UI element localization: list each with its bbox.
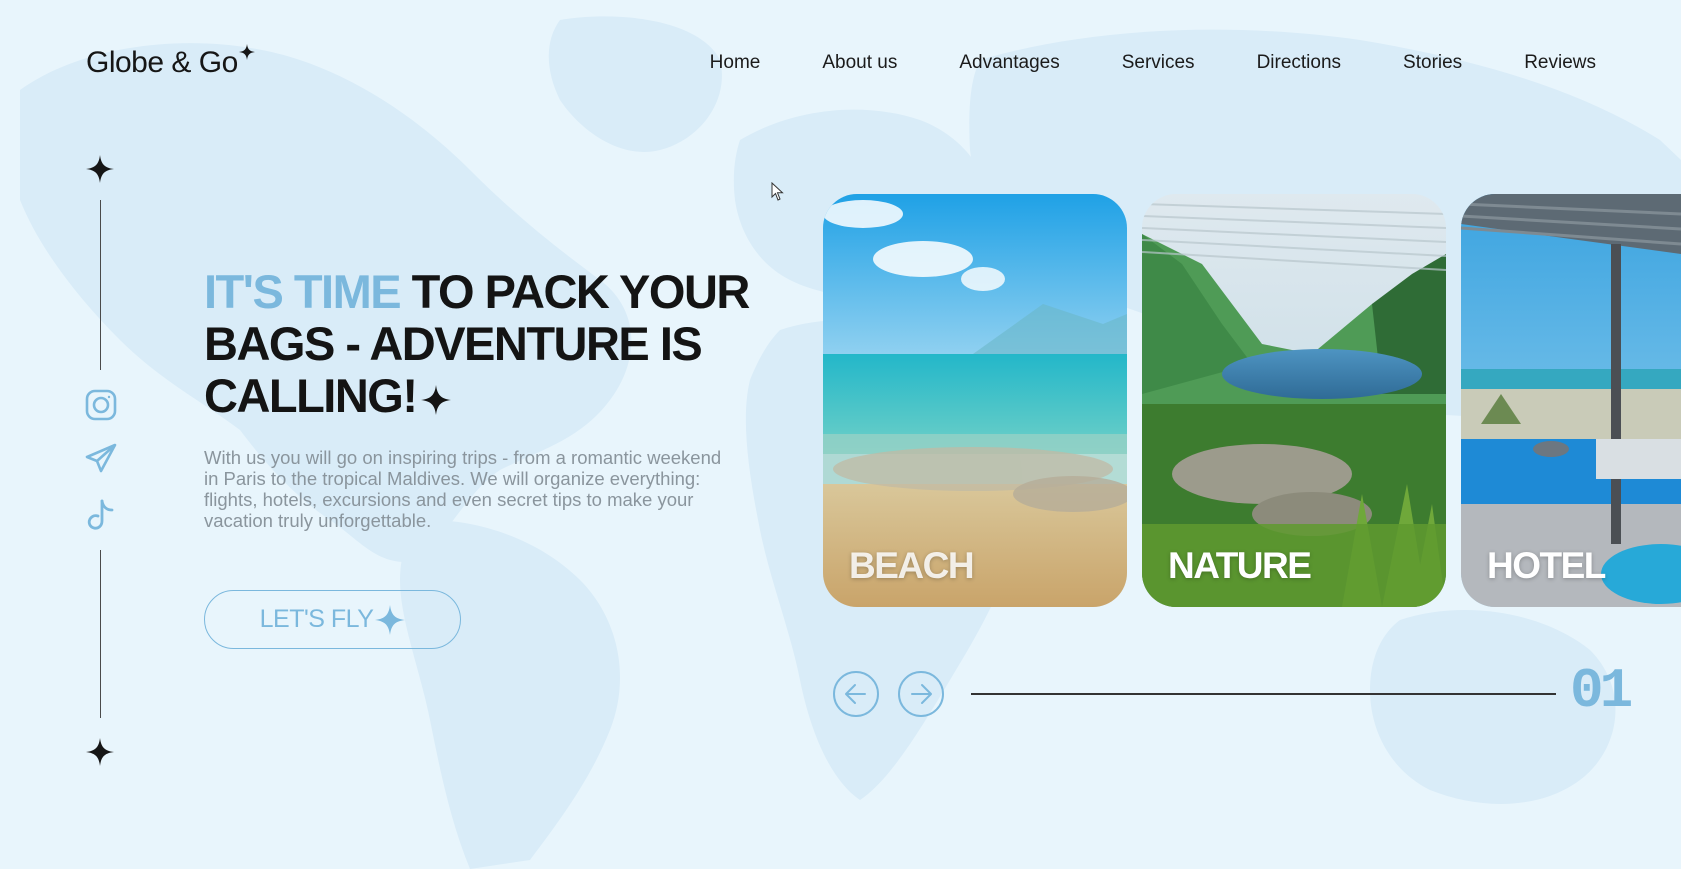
rail-divider	[100, 200, 101, 370]
nav-reviews[interactable]: Reviews	[1524, 52, 1596, 74]
nav-about-us[interactable]: About us	[822, 52, 897, 74]
nav-stories[interactable]: Stories	[1403, 52, 1462, 74]
brand-logo[interactable]: Globe & Go	[86, 44, 255, 80]
cta-label: LET'S FLY	[259, 605, 374, 633]
sparkle-icon	[375, 604, 406, 635]
sparkle-icon	[86, 738, 114, 766]
destination-card-nature[interactable]: NATURE	[1142, 194, 1446, 607]
card-label-hotel: HOTEL	[1487, 545, 1606, 586]
sparkle-icon	[86, 155, 114, 183]
main-nav: Home About us Advantages Services Direct…	[710, 52, 1596, 74]
nav-home[interactable]: Home	[710, 52, 761, 74]
nav-advantages[interactable]: Advantages	[959, 52, 1059, 74]
sparkle-icon	[238, 44, 255, 60]
destination-card-beach[interactable]: BEACH	[823, 194, 1127, 607]
slider-progress-line	[971, 693, 1556, 695]
brand-name: Globe & Go	[86, 46, 238, 79]
arrow-right-icon	[911, 684, 932, 704]
tiktok-icon[interactable]	[84, 498, 118, 532]
hero-description: With us you will go on inspiring trips -…	[204, 447, 722, 531]
telegram-icon[interactable]	[84, 441, 118, 475]
arrow-left-icon	[845, 684, 866, 704]
nav-services[interactable]: Services	[1122, 52, 1195, 74]
card-label-nature: NATURE	[1168, 545, 1312, 586]
rail-divider	[100, 550, 101, 718]
destination-card-hotel[interactable]: HOTEL	[1461, 194, 1681, 607]
hero-title-accent: IT'S TIME	[204, 265, 402, 318]
sparkle-icon	[420, 384, 451, 415]
cursor-icon	[771, 182, 784, 201]
lets-fly-button[interactable]: LET'S FLY	[204, 590, 461, 649]
prev-slide-button[interactable]	[833, 671, 879, 717]
instagram-icon[interactable]	[84, 388, 118, 422]
hero-title: IT'S TIME TO PACK YOUR BAGS - ADVENTURE …	[204, 266, 774, 422]
card-label-beach: BEACH	[849, 545, 975, 586]
slide-counter: 01	[1570, 659, 1633, 723]
next-slide-button[interactable]	[898, 671, 944, 717]
nav-directions[interactable]: Directions	[1257, 52, 1341, 74]
